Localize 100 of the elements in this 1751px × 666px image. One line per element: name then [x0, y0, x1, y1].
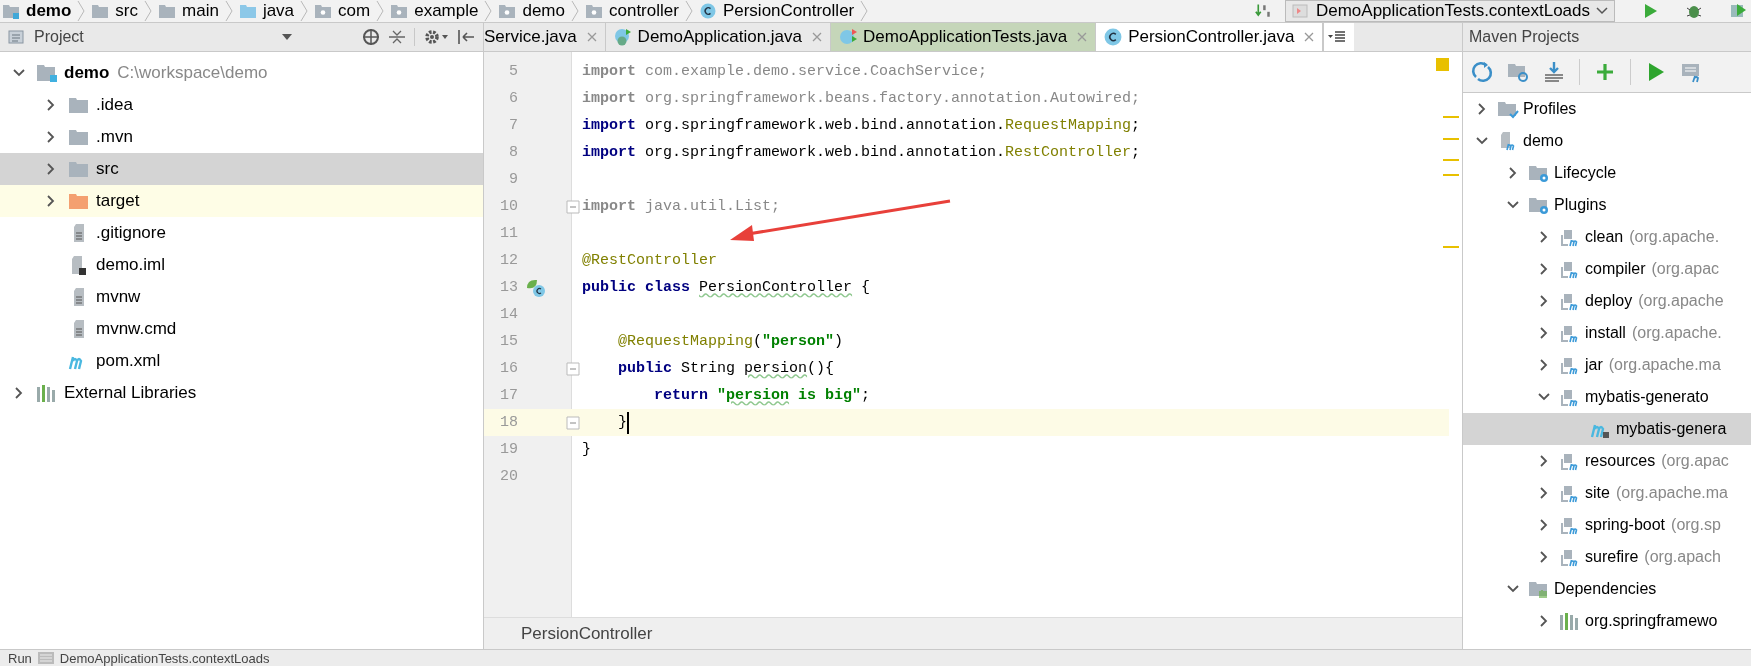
tree-item[interactable]: src	[0, 153, 483, 185]
tree-item[interactable]: org.springframewo	[1463, 605, 1751, 637]
locate-icon[interactable]	[362, 28, 380, 46]
chevron-down-icon[interactable]	[1507, 583, 1519, 595]
chevron-right-icon[interactable]	[1538, 455, 1550, 467]
chevron-down-icon[interactable]	[1507, 199, 1519, 211]
chevron-right-icon[interactable]	[1538, 359, 1550, 371]
fold-marker-icon[interactable]	[566, 199, 580, 214]
chevron-right-icon[interactable]	[1538, 615, 1550, 627]
tree-item[interactable]: .mvn	[0, 121, 483, 153]
tree-item[interactable]: pom.xml	[0, 345, 483, 377]
code-token: com.example.demo.service.CoachService;	[644, 63, 988, 80]
tree-label: mvnw	[96, 287, 141, 307]
close-icon[interactable]	[1304, 32, 1315, 42]
chevron-right-icon[interactable]	[1476, 103, 1488, 115]
tree-label: site	[1585, 484, 1610, 502]
tree-label: target	[96, 191, 140, 211]
breadcrumb-item[interactable]: controller	[609, 1, 679, 21]
tree-item[interactable]: mvnw.cmd	[0, 313, 483, 345]
chevron-right-icon[interactable]	[45, 195, 57, 207]
chevron-down-icon[interactable]	[13, 67, 25, 79]
dropdown-caret-icon[interactable]	[282, 34, 292, 40]
tree-item[interactable]: Profiles	[1463, 93, 1751, 125]
fold-marker-icon[interactable]	[566, 415, 580, 430]
tree-item[interactable]: surefire (org.apach	[1463, 541, 1751, 573]
folder-gear-icon	[1528, 163, 1550, 183]
code-token: String	[680, 360, 737, 377]
line-number: 9	[508, 171, 518, 188]
editor-tab[interactable]: Service.java	[484, 23, 606, 51]
settings-icon[interactable]	[423, 28, 449, 46]
tree-item[interactable]: compiler (org.apac	[1463, 253, 1751, 285]
hide-panel-icon[interactable]	[457, 28, 475, 46]
tree-item[interactable]: spring-boot (org.sp	[1463, 509, 1751, 541]
folder-refresh-icon[interactable]	[1507, 61, 1529, 83]
chevron-right-icon[interactable]	[45, 99, 57, 111]
breadcrumb-item[interactable]: java	[262, 1, 295, 21]
tree-item[interactable]: mybatis-genera	[1463, 413, 1751, 445]
tree-item[interactable]: Lifecycle	[1463, 157, 1751, 189]
tree-item[interactable]: deploy (org.apache	[1463, 285, 1751, 317]
chevron-right-icon[interactable]	[1538, 519, 1550, 531]
coverage-icon[interactable]	[1729, 2, 1747, 20]
tree-item[interactable]: mvnw	[0, 281, 483, 313]
run-configuration-dropdown[interactable]: DemoApplicationTests.contextLoads	[1284, 0, 1615, 22]
breadcrumb-item[interactable]: main	[182, 1, 219, 21]
chevron-right-icon[interactable]	[45, 163, 57, 175]
tree-item[interactable]: .gitignore	[0, 217, 483, 249]
chevron-right-icon[interactable]	[45, 131, 57, 143]
fold-marker-icon[interactable]	[566, 361, 580, 376]
tree-item[interactable]: target	[0, 185, 483, 217]
tree-item[interactable]: External Libraries	[0, 377, 483, 409]
breadcrumb-item[interactable]: demo	[26, 1, 72, 21]
tree-item[interactable]: install (org.apache.	[1463, 317, 1751, 349]
breadcrumb-item[interactable]: com	[338, 1, 371, 21]
tree-detail: C:\workspace\demo	[117, 63, 268, 83]
chevron-right-icon[interactable]	[13, 387, 25, 399]
tree-label: Profiles	[1523, 100, 1577, 118]
tab-list-button[interactable]	[1323, 23, 1355, 51]
breadcrumb-item[interactable]: src	[115, 1, 138, 21]
collapse-all-icon[interactable]	[388, 28, 406, 46]
chevron-right-icon[interactable]	[1507, 167, 1519, 179]
sort-icon[interactable]	[1254, 3, 1273, 19]
tree-item[interactable]: Dependencies	[1463, 573, 1751, 605]
chevron-down-icon[interactable]	[1476, 135, 1488, 147]
breadcrumb-item[interactable]: example	[414, 1, 479, 21]
add-icon[interactable]	[1594, 61, 1616, 83]
tree-item[interactable]: demo C:\workspace\demo	[0, 57, 483, 89]
chevron-right-icon[interactable]	[1538, 263, 1550, 275]
tree-item[interactable]: jar (org.apache.ma	[1463, 349, 1751, 381]
chevron-right-icon[interactable]	[1538, 551, 1550, 563]
code-token: org.springframework.beans.factory.annotation.Autowired;	[644, 90, 1141, 107]
chevron-right-icon[interactable]	[1538, 487, 1550, 499]
tree-label: demo	[1523, 132, 1564, 150]
tree-detail: (org.apache.ma	[1608, 356, 1721, 374]
tree-detail: (org.apache.	[1629, 228, 1720, 246]
tree-item[interactable]: resources (org.apac	[1463, 445, 1751, 477]
editor-tab[interactable]: DemoApplicationTests.java	[831, 23, 1097, 51]
download-icon[interactable]	[1543, 61, 1565, 83]
tree-item[interactable]: Plugins	[1463, 189, 1751, 221]
tree-item[interactable]: .idea	[0, 89, 483, 121]
breadcrumb-item[interactable]: PersionController	[722, 1, 855, 21]
refresh-icon[interactable]	[1471, 61, 1493, 83]
chevron-right-icon[interactable]	[1538, 327, 1550, 339]
tree-label: External Libraries	[64, 383, 197, 403]
module-icon	[36, 63, 58, 83]
tree-item[interactable]: demo.iml	[0, 249, 483, 281]
chevron-separator-icon	[684, 1, 693, 21]
chevron-down-icon[interactable]	[1538, 391, 1550, 403]
breadcrumb-item[interactable]: demo	[522, 1, 565, 21]
tree-item[interactable]: demo	[1463, 125, 1751, 157]
tree-item[interactable]: clean (org.apache.	[1463, 221, 1751, 253]
tree-detail: (org.apache.ma	[1615, 484, 1728, 502]
code-token: @RestController	[582, 252, 718, 269]
chevron-right-icon[interactable]	[1538, 295, 1550, 307]
editor-breadcrumb[interactable]: PersionController	[521, 623, 653, 644]
editor-tab[interactable]: PersionController.java	[1096, 23, 1324, 51]
tree-label: Lifecycle	[1554, 164, 1617, 182]
spring-bean-icon[interactable]	[525, 277, 547, 298]
tree-item[interactable]: site (org.apache.ma	[1463, 477, 1751, 509]
tree-item[interactable]: mybatis-generato	[1463, 381, 1751, 413]
chevron-right-icon[interactable]	[1538, 231, 1550, 243]
